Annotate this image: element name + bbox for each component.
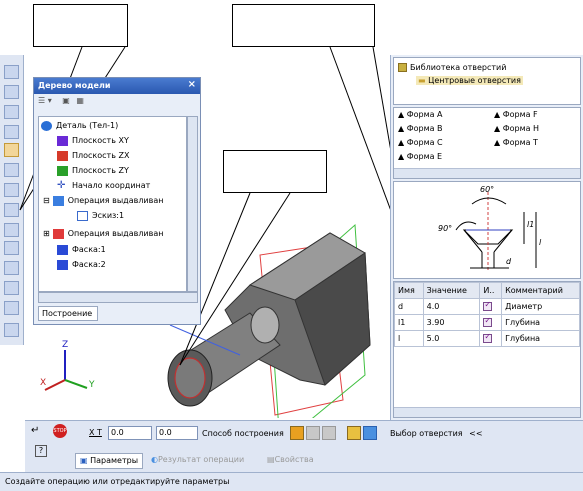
- form-item[interactable]: ▲ Форма A: [398, 110, 443, 119]
- plane-icon: [57, 135, 68, 146]
- collapse-icon[interactable]: ⊟: [43, 196, 50, 205]
- tree-item[interactable]: Плоскость XY: [57, 134, 129, 147]
- tree-item[interactable]: ✛ Начало координат: [57, 179, 150, 192]
- angle-90-label: 90°: [438, 224, 453, 233]
- table-row[interactable]: d 4.0 Диаметр: [394, 298, 580, 315]
- tree-item[interactable]: ⊟ Операция выдавливан: [43, 194, 163, 207]
- tree-tool-icon[interactable]: ▣: [62, 96, 70, 105]
- col-comment[interactable]: Комментарий: [501, 282, 580, 299]
- params-icon: ▣: [80, 456, 88, 465]
- tree-item[interactable]: Фаска:2: [57, 258, 106, 271]
- checkbox[interactable]: [483, 300, 493, 311]
- library-folder[interactable]: ▬ Центровые отверстия: [416, 76, 523, 85]
- method-3-button[interactable]: [322, 426, 336, 440]
- col-value[interactable]: Значение: [422, 282, 481, 299]
- col-name[interactable]: Имя: [394, 282, 424, 299]
- tree-item[interactable]: ⊞ Операция выдавливан: [43, 227, 163, 240]
- params-table-box: Имя Значение И.. Комментарий d 4.0 Диаме…: [393, 281, 581, 418]
- sketch-icon: [77, 210, 88, 221]
- tree-title-bar[interactable]: Дерево модели ×: [34, 78, 200, 94]
- params-table: Имя Значение И.. Комментарий d 4.0 Диаме…: [394, 282, 580, 347]
- choose-hole-button[interactable]: Выбор отверстия <<: [390, 429, 483, 438]
- table-row[interactable]: l1 3.90 Глубина: [394, 314, 580, 331]
- hole-tool2-button[interactable]: [363, 426, 377, 440]
- origin-icon: ✛: [57, 179, 66, 191]
- tree-item[interactable]: Деталь (Тел-1): [41, 119, 118, 132]
- form-item[interactable]: ▲ Форма E: [398, 152, 442, 161]
- model-tree-panel: Дерево модели × ☰ ▾ ▣ ▦ Деталь (Тел-1) П…: [33, 77, 201, 325]
- tree-toolbar: ☰ ▾ ▣ ▦: [34, 94, 200, 110]
- extrude-icon: [52, 228, 64, 239]
- result-icon: ◐: [151, 455, 158, 464]
- tab-parameters[interactable]: ▣ Параметры: [75, 453, 144, 469]
- library-root[interactable]: Библиотека отверстий: [398, 63, 506, 72]
- tab-result[interactable]: ◐Результат операции: [151, 455, 244, 464]
- tree-hscrollbar[interactable]: [38, 292, 198, 303]
- hole-diagram-svg: [455, 192, 537, 272]
- tree-list: Деталь (Тел-1) Плоскость XY Плоскость ZX…: [38, 116, 187, 292]
- props-icon: ▤: [267, 455, 275, 464]
- l-label: l: [539, 238, 542, 247]
- expand-icon[interactable]: ⊞: [43, 229, 50, 238]
- forms-hscrollbar[interactable]: [394, 168, 580, 178]
- stop-button[interactable]: STOP: [53, 424, 67, 438]
- form-item[interactable]: ▲ Форма T: [494, 138, 538, 147]
- tree-item[interactable]: Фаска:1: [57, 243, 106, 256]
- tree-item[interactable]: Эскиз:1: [77, 209, 124, 222]
- forms-list: ▲ Форма A ▲ Форма F ▲ Форма B ▲ Форма H …: [393, 107, 581, 179]
- checkbox[interactable]: [483, 332, 493, 343]
- properties-bar: ↵ STOP ? X T 0.0 0.0 Способ построения В…: [25, 420, 583, 472]
- hole-library-panel: Библиотека отверстий ▬ Центровые отверст…: [390, 55, 583, 420]
- chamfer-icon: [57, 259, 68, 270]
- table-row[interactable]: l 5.0 Глубина: [394, 330, 580, 347]
- status-bar: Создайте операцию или отредактируйте пар…: [0, 472, 583, 491]
- form-item[interactable]: ▲ Форма C: [398, 138, 443, 147]
- form-item[interactable]: ▲ Форма H: [494, 124, 539, 133]
- plane-icon: [57, 150, 68, 161]
- form-item[interactable]: ▲ Форма B: [398, 124, 443, 133]
- part-icon: [41, 120, 52, 131]
- hole-tool-button[interactable]: [347, 426, 361, 440]
- tree-item[interactable]: Плоскость ZY: [57, 164, 129, 177]
- l1-label: l1: [527, 220, 535, 229]
- tab-construction[interactable]: Построение: [38, 306, 98, 321]
- extrude-icon: [52, 195, 64, 206]
- view-options-icon[interactable]: ☰ ▾: [38, 96, 52, 105]
- form-item[interactable]: ▲ Форма F: [494, 110, 538, 119]
- method-2-button[interactable]: [306, 426, 320, 440]
- y-input[interactable]: 0.0: [156, 426, 198, 440]
- library-icon: [398, 63, 407, 72]
- checkbox[interactable]: [483, 316, 493, 327]
- tree-item[interactable]: Плоскость ZX: [57, 149, 129, 162]
- tree-title: Дерево модели: [38, 81, 111, 90]
- d-label: d: [506, 257, 512, 266]
- method-1-button[interactable]: [290, 426, 304, 440]
- collapse-button[interactable]: <<: [469, 429, 482, 438]
- col-flag[interactable]: И..: [479, 282, 503, 299]
- folder-icon: ▬: [418, 76, 426, 85]
- method-label: Способ построения: [202, 429, 284, 438]
- params-hscrollbar[interactable]: [394, 407, 580, 417]
- close-icon[interactable]: ×: [188, 79, 196, 90]
- x-input[interactable]: 0.0: [108, 426, 152, 440]
- hole-diagram: 60° 90° l1 l d: [393, 181, 581, 279]
- tree-vscrollbar[interactable]: [187, 116, 198, 292]
- angle-60-label: 60°: [480, 185, 495, 194]
- help-button[interactable]: ?: [35, 445, 47, 457]
- enter-icon[interactable]: ↵: [31, 425, 39, 436]
- plane-icon: [57, 165, 68, 176]
- tree-tool2-icon[interactable]: ▦: [76, 96, 84, 105]
- x-label: X T: [89, 428, 102, 437]
- tab-properties[interactable]: ▤Свойства: [267, 455, 314, 464]
- library-tree: Библиотека отверстий ▬ Центровые отверст…: [393, 57, 581, 105]
- chamfer-icon: [57, 244, 68, 255]
